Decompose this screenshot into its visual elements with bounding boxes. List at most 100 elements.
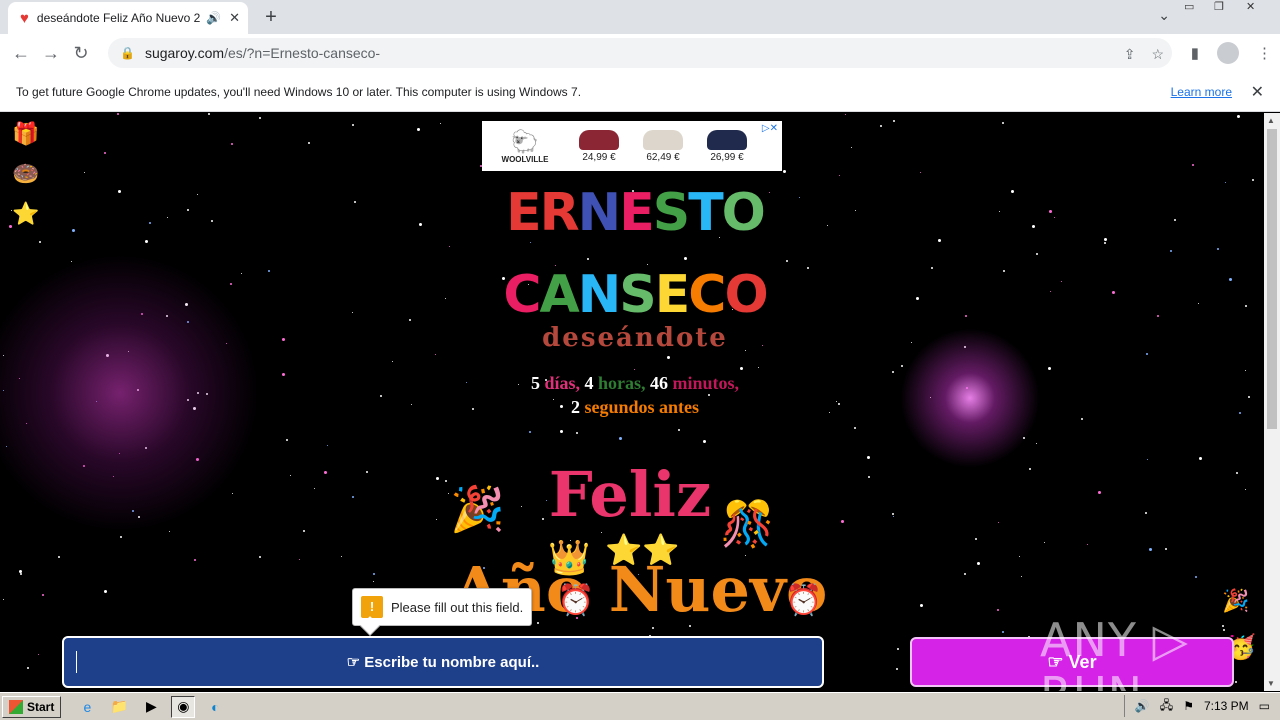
star-dot xyxy=(1098,491,1101,494)
name-letter: E xyxy=(654,265,691,325)
star-dot xyxy=(703,440,706,443)
side-panel-icon[interactable]: ▮ xyxy=(1191,44,1199,62)
url-path: /es/?n=Ernesto-canseco- xyxy=(224,45,381,61)
name-letter: O xyxy=(724,265,768,325)
star-dot xyxy=(845,114,846,115)
bookmark-star-icon[interactable]: ☆ xyxy=(1151,46,1164,63)
volume-icon[interactable]: 🔊 xyxy=(1135,699,1150,713)
donut-icon[interactable]: 🍩 xyxy=(12,161,39,187)
chevron-down-icon[interactable]: ⌄ xyxy=(1158,7,1170,24)
minimize-button[interactable]: ▭ xyxy=(1184,0,1194,18)
first-name-heading: ERNESTO xyxy=(460,183,810,243)
star-dot xyxy=(440,123,441,124)
name-input[interactable] xyxy=(62,636,824,688)
tab-strip: ♥ deseándote Feliz Año Nuevo 20 🔊 ✕ + ⌄ … xyxy=(0,0,1280,34)
profile-avatar[interactable] xyxy=(1217,42,1239,64)
address-bar[interactable]: 🔒 sugaroy.com/es/?n=Ernesto-canseco- ⇪ ☆ xyxy=(108,38,1172,68)
firework-left xyxy=(0,253,260,533)
ad-item[interactable]: 26,99 € xyxy=(702,129,752,163)
new-tab-button[interactable]: + xyxy=(258,4,284,30)
star-dot xyxy=(3,599,4,600)
star-dot xyxy=(1049,210,1052,213)
side-icons: 🎁 🍩 ⭐ xyxy=(12,121,39,227)
star-dot xyxy=(282,373,285,376)
anyrun-watermark: ANY ▷ RUN xyxy=(1040,613,1189,691)
star-dot xyxy=(435,354,436,355)
back-arrow-icon[interactable]: ← xyxy=(6,43,36,64)
windows-logo-icon xyxy=(9,699,23,714)
clock[interactable]: 7:13 PM xyxy=(1204,699,1249,713)
star-dot xyxy=(920,172,921,173)
star-dot xyxy=(560,430,563,433)
show-desktop-icon[interactable]: ▭ xyxy=(1259,699,1270,713)
toolbar-right: ▮ ⋮ xyxy=(1191,42,1272,64)
star-dot xyxy=(652,627,654,629)
star-dot xyxy=(678,429,680,431)
star-dot xyxy=(1170,250,1172,252)
star-dot xyxy=(1104,238,1107,241)
star-dot xyxy=(20,573,22,575)
star-dot xyxy=(1021,576,1022,577)
star-dot xyxy=(417,128,420,131)
internet-explorer-icon[interactable]: e xyxy=(75,696,99,718)
media-player-icon[interactable]: ▶ xyxy=(139,696,163,718)
edge-icon[interactable]: ◐ xyxy=(203,696,227,718)
gift-icon[interactable]: 🎁 xyxy=(12,121,39,147)
scroll-down-icon[interactable]: ▼ xyxy=(1267,679,1275,688)
menu-dots-icon[interactable]: ⋮ xyxy=(1257,44,1272,62)
scroll-up-icon[interactable]: ▲ xyxy=(1267,116,1275,125)
start-button[interactable]: Start xyxy=(2,695,62,718)
name-letter: E xyxy=(506,183,542,243)
star-dot xyxy=(1229,278,1232,281)
warning-icon: ! xyxy=(361,596,383,618)
close-window-button[interactable]: ✕ xyxy=(1246,0,1255,18)
star-dot xyxy=(1061,281,1062,282)
star-dot xyxy=(854,427,856,429)
star-dot xyxy=(1245,370,1246,371)
browser-tab[interactable]: ♥ deseándote Feliz Año Nuevo 20 🔊 ✕ xyxy=(8,2,248,34)
scroll-thumb[interactable] xyxy=(1267,129,1277,429)
ad-item[interactable]: 24,99 € xyxy=(574,129,624,163)
star-dot xyxy=(1174,219,1176,221)
star-dot xyxy=(268,270,270,272)
star-dot xyxy=(1112,291,1115,294)
star-dot xyxy=(1149,548,1152,551)
restore-button[interactable]: ❐ xyxy=(1214,0,1224,18)
flag-icon[interactable]: ⚑ xyxy=(1183,699,1194,713)
star-dot xyxy=(1198,303,1199,304)
star-dot xyxy=(576,432,578,434)
boot-icon xyxy=(707,129,747,150)
star-dot xyxy=(290,475,291,476)
close-infobar-icon[interactable]: ✕ xyxy=(1251,82,1264,102)
star-dot xyxy=(1195,576,1197,578)
star-dot xyxy=(1157,315,1159,317)
close-tab-icon[interactable]: ✕ xyxy=(229,10,240,26)
share-icon[interactable]: ⇪ xyxy=(1124,46,1136,63)
star-dot xyxy=(892,513,894,515)
star-dot xyxy=(72,229,75,232)
star-dot xyxy=(897,648,899,650)
star-dot xyxy=(841,520,844,523)
star-dot xyxy=(1032,225,1035,228)
star-dot xyxy=(587,258,589,260)
star-dot xyxy=(1087,544,1088,545)
windows-taskbar: Start e 📁 ▶ ◉ ◐ 🔊 🖧 ⚑ 7:13 PM ▭ xyxy=(0,692,1280,720)
forward-arrow-icon[interactable]: → xyxy=(36,43,66,64)
chrome-icon[interactable]: ◉ xyxy=(171,695,196,718)
star-dot xyxy=(314,488,315,489)
lock-icon[interactable]: 🔒 xyxy=(120,46,135,60)
star-icon[interactable]: ⭐ xyxy=(12,201,39,227)
advertisement-banner[interactable]: 🐑 WOOLVILLE 24,99 € 62,49 € 26,99 € ▷✕ xyxy=(482,121,782,171)
star-dot xyxy=(855,210,856,211)
network-icon[interactable]: 🖧 xyxy=(1160,696,1173,717)
wishing-text: deseándote xyxy=(542,323,728,353)
learn-more-link[interactable]: Learn more xyxy=(1171,85,1232,99)
scrollbar[interactable]: ▲ ▼ xyxy=(1264,113,1280,691)
reload-icon[interactable]: ↻ xyxy=(66,43,96,64)
name-letter: T xyxy=(688,183,724,243)
ad-close-icon[interactable]: ▷✕ xyxy=(762,123,778,134)
star-dot xyxy=(867,456,870,459)
file-explorer-icon[interactable]: 📁 xyxy=(107,696,131,718)
ad-item[interactable]: 62,49 € xyxy=(638,129,688,163)
speaker-icon[interactable]: 🔊 xyxy=(206,11,221,25)
